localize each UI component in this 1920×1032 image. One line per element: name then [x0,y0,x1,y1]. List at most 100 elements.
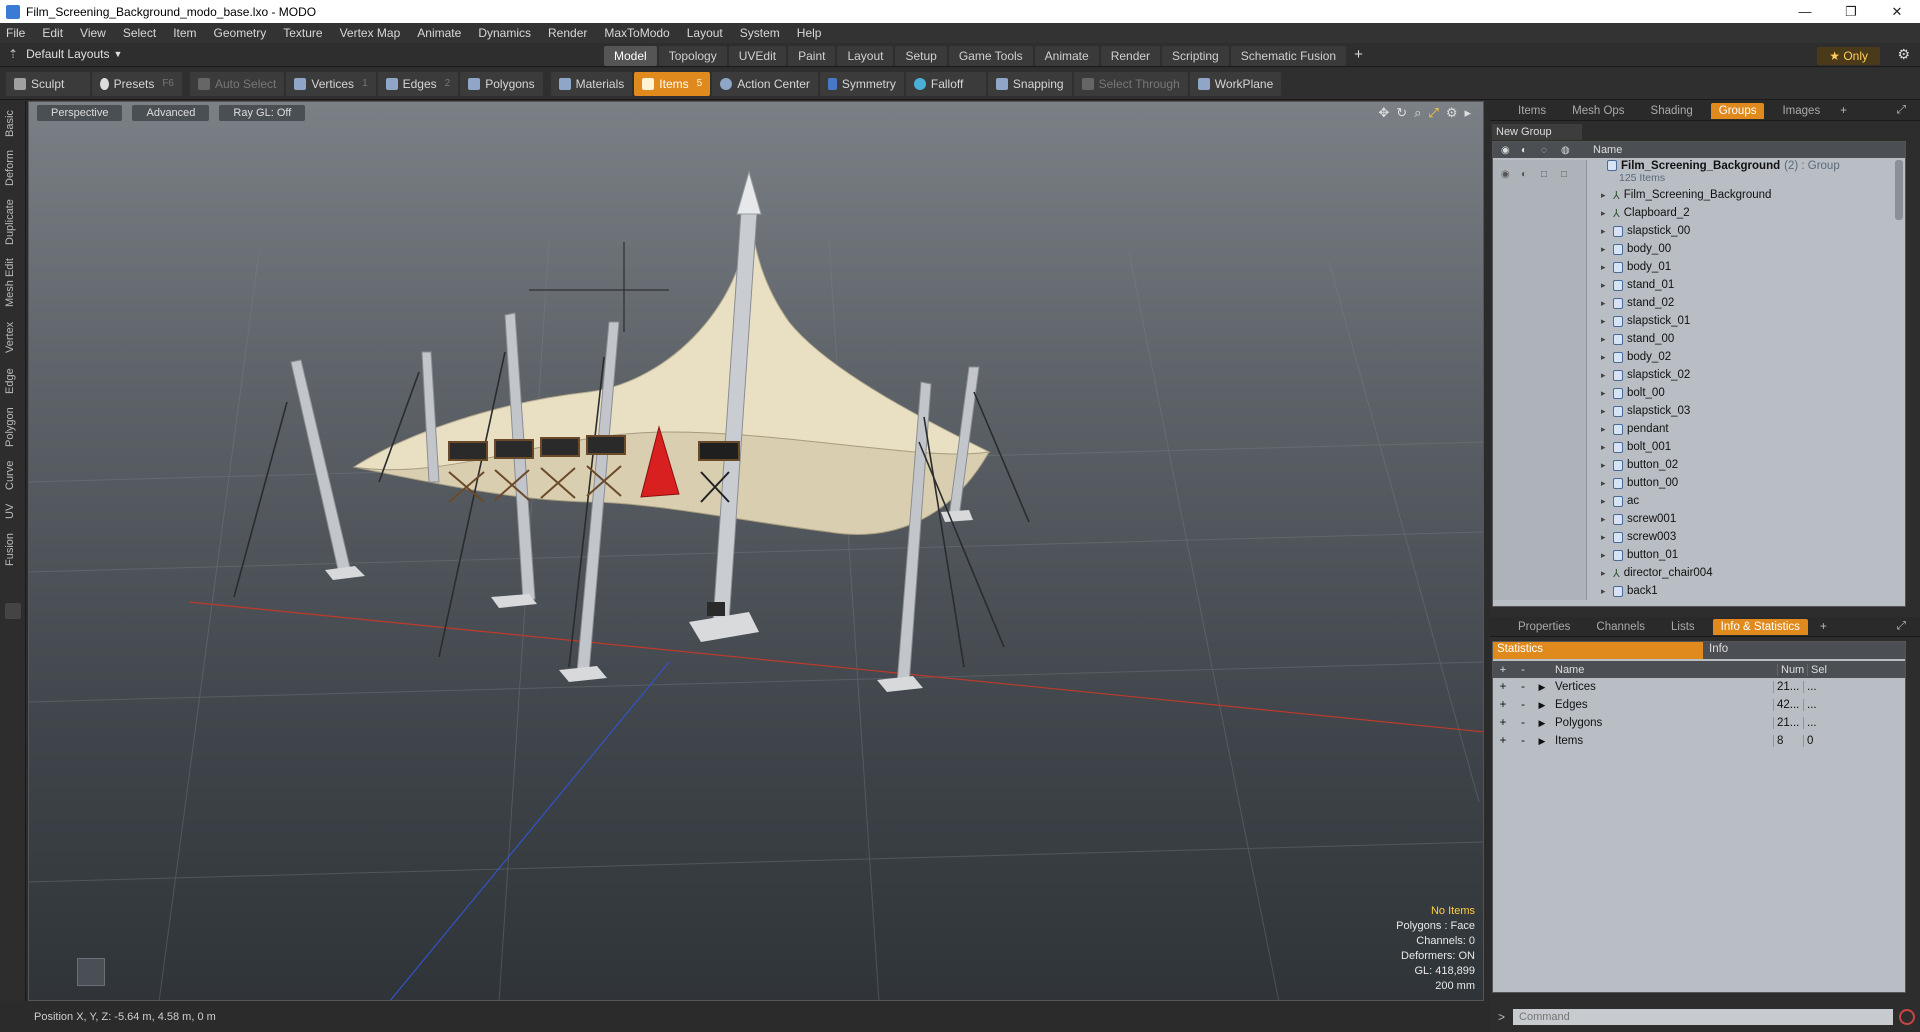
add-tab-icon[interactable]: + [1348,46,1369,66]
workplane-button[interactable]: WorkPlane [1189,71,1282,96]
menu-maxtomodo[interactable]: MaxToModo [604,26,669,40]
tree-item-row[interactable]: ▸ pendant [1493,420,1905,438]
tree-item-row[interactable]: ▸ slapstick_03 [1493,402,1905,420]
vtab-duplicate[interactable]: Duplicate [4,195,22,249]
tree-item-row[interactable]: ▸ ac [1493,492,1905,510]
menu-texture[interactable]: Texture [283,26,322,40]
add-stat-icon[interactable]: + [1493,735,1513,747]
zoom-icon[interactable]: ⌕ [1414,105,1421,121]
expand-arrow-icon[interactable]: ▸ [1601,532,1606,543]
tab-images[interactable]: Images [1774,103,1828,119]
menu-help[interactable]: Help [797,26,822,40]
expand-arrow-icon[interactable]: ▸ [1601,550,1606,561]
tab-paint[interactable]: Paint [788,46,836,66]
tree-item-row[interactable]: ▸ body_02 [1493,348,1905,366]
expand-arrow-icon[interactable]: ▸ [1601,460,1606,471]
auto-select-button[interactable]: Auto Select [190,71,285,96]
stat-row[interactable]: + - ▶ Edges 42...... [1493,696,1905,714]
vtab-mesh-edit[interactable]: Mesh Edit [4,255,22,311]
viewport-menu-arrow-icon[interactable]: ▸ [1464,105,1471,121]
expand-arrow-icon[interactable]: ▸ [1601,280,1606,291]
layout-dropdown[interactable]: ⇡ Default Layouts ▼ [8,47,122,61]
vtab-curve[interactable]: Curve [4,457,22,493]
group-row[interactable]: ◉ ◐ □ □ Film_Screening_Background (2) : Grou… [1493,158,1905,188]
tree-item-row[interactable]: ▸ stand_00 [1493,330,1905,348]
remove-all-icon[interactable]: - [1513,664,1533,676]
tab-schematic-fusion[interactable]: Schematic Fusion [1230,46,1347,66]
tab-render[interactable]: Render [1100,46,1161,66]
expand-arrow-icon[interactable]: ▸ [1601,334,1606,345]
tree-item-row[interactable]: ▸ button_02 [1493,456,1905,474]
menu-render[interactable]: Render [548,26,587,40]
tab-groups[interactable]: Groups [1710,102,1765,119]
tab-lists[interactable]: Lists [1663,619,1703,635]
tree-item-row[interactable]: ▸ bolt_00 [1493,384,1905,402]
minimize-button[interactable]: — [1782,0,1828,23]
tree-item-row[interactable]: ▸ button_00 [1493,474,1905,492]
vtab-polygon[interactable]: Polygon [4,403,22,451]
view-mode-button[interactable]: Perspective [37,105,123,121]
command-input[interactable] [1513,1009,1894,1025]
maximize-button[interactable]: ❐ [1828,0,1874,23]
gear-icon[interactable]: ⚙ [1897,46,1910,63]
add-stat-icon[interactable]: + [1493,681,1513,693]
stat-row[interactable]: + - ▶ Polygons 21...... [1493,714,1905,732]
expand-stat-icon[interactable]: ▶ [1533,700,1551,711]
expand-arrow-icon[interactable]: ▸ [1601,352,1606,363]
shading-mode-button[interactable]: Advanced [132,105,210,121]
vtab-vertex[interactable]: Vertex [4,317,22,357]
lock-column-icon[interactable]: ◌ [1541,145,1561,156]
vertices-button[interactable]: Vertices 1 [286,71,376,96]
tab-animate[interactable]: Animate [1034,46,1099,66]
tab-game-tools[interactable]: Game Tools [948,46,1033,66]
remove-stat-icon[interactable]: - [1513,717,1533,729]
expand-arrow-icon[interactable]: ▸ [1601,424,1606,435]
menu-system[interactable]: System [740,26,780,40]
expand-arrow-icon[interactable]: ▸ [1601,226,1606,237]
expand-stat-icon[interactable]: ▶ [1533,718,1551,729]
tree-item-row[interactable]: ▸ screw003 [1493,528,1905,546]
expand-arrow-icon[interactable]: ▸ [1601,316,1606,327]
render-column-icon[interactable]: ◐ [1521,145,1541,156]
expand-arrow-icon[interactable]: ▸ [1601,262,1606,273]
expand-arrow-icon[interactable]: ▸ [1601,478,1606,489]
tab-channels[interactable]: Channels [1588,619,1653,635]
render-toggle-icon[interactable]: ◐ [1521,169,1541,180]
menu-view[interactable]: View [80,26,106,40]
name-column-header[interactable]: Name [1593,144,1622,156]
menu-edit[interactable]: Edit [42,26,63,40]
close-button[interactable]: ✕ [1874,0,1920,23]
expand-arrow-icon[interactable]: ▸ [1601,514,1606,525]
symmetry-button[interactable]: Symmetry [819,71,904,96]
expand-arrow-icon[interactable]: ▸ [1601,586,1606,597]
presets-button[interactable]: Presets F6 [92,71,182,96]
expand-arrow-icon[interactable]: ▸ [1601,370,1606,381]
new-group-button[interactable]: New Group [1492,124,1582,140]
tree-item-row[interactable]: ▸ button_01 [1493,546,1905,564]
select-column-icon[interactable]: ◍ [1561,145,1581,156]
expand-arrow-icon[interactable]: ▸ [1601,406,1606,417]
items-button[interactable]: Items 5 [634,71,711,96]
add-panel-tab-icon[interactable]: + [1838,105,1849,117]
snapping-button[interactable]: Snapping [987,71,1072,96]
tree-item-row[interactable]: ▸ ⅄ director_chair004 [1493,564,1905,582]
tree-item-row[interactable]: ▸ slapstick_00 [1493,222,1905,240]
vtab-basic[interactable]: Basic [4,105,22,143]
menu-animate[interactable]: Animate [417,26,461,40]
menu-geometry[interactable]: Geometry [214,26,267,40]
menu-vertex-map[interactable]: Vertex Map [340,26,401,40]
tab-scripting[interactable]: Scripting [1162,46,1229,66]
command-history-icon[interactable] [1899,1009,1916,1025]
expand-arrow-icon[interactable]: ▸ [1601,442,1606,453]
expand-arrow-icon[interactable]: ▸ [1601,244,1606,255]
tree-item-row[interactable]: ▸ stand_01 [1493,276,1905,294]
expand-arrow-icon[interactable]: ▸ [1601,388,1606,399]
expand-arrow-icon[interactable]: ▸ [1601,190,1606,201]
add-stat-icon[interactable]: + [1493,699,1513,711]
menu-item[interactable]: Item [173,26,196,40]
expand-stat-icon[interactable]: ▶ [1533,736,1551,747]
tab-mesh-ops[interactable]: Mesh Ops [1564,103,1632,119]
expand-arrow-icon[interactable]: ▸ [1601,298,1606,309]
expand-bottom-panel-icon[interactable]: ⤢ [1889,618,1914,635]
stat-row[interactable]: + - ▶ Vertices 21...... [1493,678,1905,696]
